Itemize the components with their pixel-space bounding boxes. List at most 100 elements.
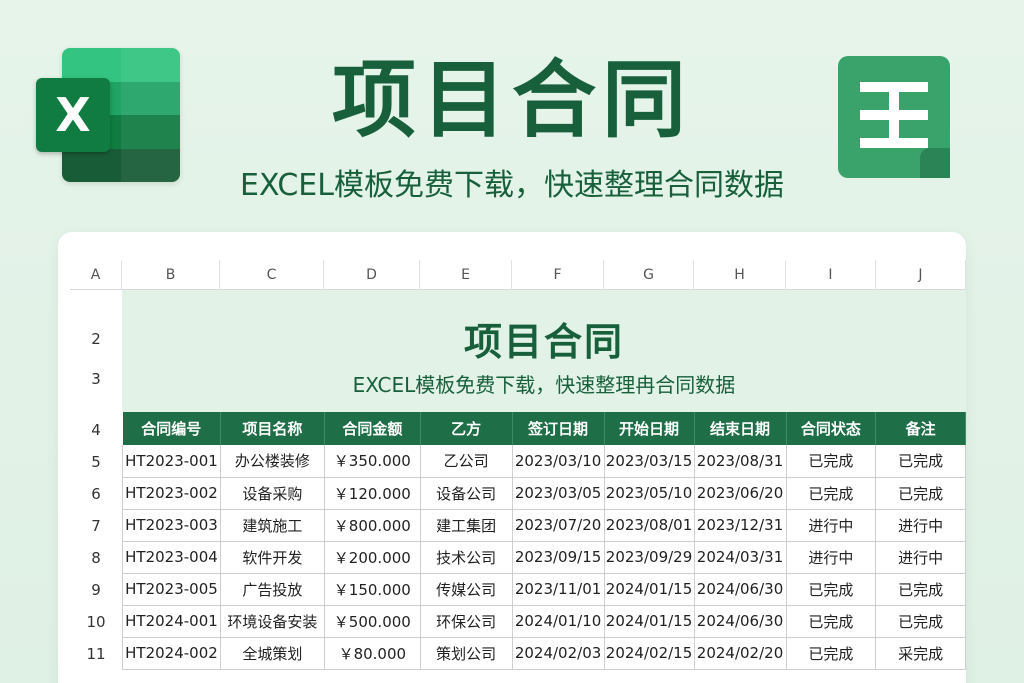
table-cell[interactable]: 已完成 bbox=[786, 477, 877, 510]
table-cell[interactable]: 2024/06/30 bbox=[694, 605, 787, 638]
header-party-b[interactable]: 乙方 bbox=[420, 412, 513, 445]
table-cell[interactable]: 2023/06/20 bbox=[694, 477, 787, 510]
table-cell[interactable]: ￥800.000 bbox=[324, 509, 421, 542]
table-cell[interactable]: 乙公司 bbox=[420, 445, 513, 478]
row-number[interactable]: 3 bbox=[70, 370, 122, 388]
table-cell[interactable]: 建筑施工 bbox=[220, 509, 325, 542]
table-cell[interactable]: 已完成 bbox=[786, 573, 877, 606]
table-cell[interactable]: 已完成 bbox=[786, 445, 877, 478]
column-header[interactable]: C bbox=[220, 260, 324, 290]
table-cell[interactable]: 2023/07/20 bbox=[512, 509, 605, 542]
table-cell[interactable]: HT2023-003 bbox=[122, 509, 221, 542]
sheet-title: 项目合同 bbox=[463, 320, 624, 364]
column-header[interactable]: F bbox=[512, 260, 604, 290]
row-number[interactable]: 11 bbox=[70, 645, 122, 663]
row-number[interactable]: 5 bbox=[70, 453, 122, 471]
header-end-date[interactable]: 结束日期 bbox=[694, 412, 787, 445]
header-amount[interactable]: 合同金额 bbox=[324, 412, 421, 445]
table-cell[interactable]: 进行中 bbox=[786, 509, 877, 542]
table-cell[interactable]: 2023/09/15 bbox=[512, 541, 605, 574]
table-cell[interactable]: 2023/08/31 bbox=[694, 445, 787, 478]
table-cell[interactable]: 采完成 bbox=[875, 637, 966, 670]
row-number[interactable]: 6 bbox=[70, 485, 122, 503]
table-cell[interactable]: 2024/02/20 bbox=[694, 637, 787, 670]
table-cell[interactable]: 软件开发 bbox=[220, 541, 325, 574]
table-cell[interactable]: 2023/03/15 bbox=[604, 445, 695, 478]
table-cell[interactable]: 传媒公司 bbox=[420, 573, 513, 606]
table-cell[interactable]: HT2024-001 bbox=[122, 605, 221, 638]
table-cell[interactable]: 已完成 bbox=[875, 445, 966, 478]
table-cell[interactable]: HT2023-002 bbox=[122, 477, 221, 510]
table-cell[interactable]: 建工集团 bbox=[420, 509, 513, 542]
column-header[interactable]: A bbox=[70, 260, 122, 290]
table-cell[interactable]: 2024/02/15 bbox=[604, 637, 695, 670]
table-cell[interactable]: ￥80.000 bbox=[324, 637, 421, 670]
table-cell[interactable]: ￥500.000 bbox=[324, 605, 421, 638]
table-cell[interactable]: 2023/09/29 bbox=[604, 541, 695, 574]
header-contract-no[interactable]: 合同编号 bbox=[122, 412, 221, 445]
table-cell[interactable]: 2023/03/10 bbox=[512, 445, 605, 478]
table-cell[interactable]: 进行中 bbox=[786, 541, 877, 574]
table-cell[interactable]: HT2023-004 bbox=[122, 541, 221, 574]
table-cell[interactable]: 设备采购 bbox=[220, 477, 325, 510]
table-row: HT2024-002 全城策划 ￥80.000 策划公司 2024/02/03 … bbox=[122, 637, 966, 670]
table-cell[interactable]: 环境设备安装 bbox=[220, 605, 325, 638]
header-start-date[interactable]: 开始日期 bbox=[604, 412, 695, 445]
table-row: HT2023-003 建筑施工 ￥800.000 建工集团 2023/07/20… bbox=[122, 509, 966, 542]
row-number[interactable]: 4 bbox=[70, 421, 122, 439]
sheet-title-banner: 项目合同 EXCEL模板免费下载，快速整理冉合同数据 bbox=[122, 290, 966, 412]
header-remarks[interactable]: 备注 bbox=[875, 412, 966, 445]
table-cell[interactable]: 2023/11/01 bbox=[512, 573, 605, 606]
column-header[interactable]: B bbox=[122, 260, 220, 290]
table-cell[interactable]: ￥120.000 bbox=[324, 477, 421, 510]
table-cell[interactable]: ￥150.000 bbox=[324, 573, 421, 606]
table-cell[interactable]: HT2023-005 bbox=[122, 573, 221, 606]
table-cell[interactable]: 已完成 bbox=[786, 605, 877, 638]
table-row: HT2023-005 广告投放 ￥150.000 传媒公司 2023/11/01… bbox=[122, 573, 966, 606]
table-cell[interactable]: 广告投放 bbox=[220, 573, 325, 606]
table-cell[interactable]: HT2023-001 bbox=[122, 445, 221, 478]
row-number[interactable]: 9 bbox=[70, 581, 122, 599]
table-cell[interactable]: 已完成 bbox=[875, 573, 966, 606]
table-cell[interactable]: 进行中 bbox=[875, 541, 966, 574]
column-header[interactable]: G bbox=[604, 260, 694, 290]
column-header[interactable]: E bbox=[420, 260, 512, 290]
table-cell[interactable]: 技术公司 bbox=[420, 541, 513, 574]
table-cell[interactable]: ￥200.000 bbox=[324, 541, 421, 574]
table-cell[interactable]: 2024/01/10 bbox=[512, 605, 605, 638]
header-project-name[interactable]: 项目名称 bbox=[220, 412, 325, 445]
column-header[interactable]: D bbox=[324, 260, 420, 290]
table-cell[interactable]: 2024/03/31 bbox=[694, 541, 787, 574]
table-cell[interactable]: 已完成 bbox=[786, 637, 877, 670]
table-cell[interactable]: 全城策划 bbox=[220, 637, 325, 670]
table-cell[interactable]: HT2024-002 bbox=[122, 637, 221, 670]
page-subtitle: EXCEL模板免费下载，快速整理合同数据 bbox=[240, 168, 784, 203]
table-cell[interactable]: 2023/08/01 bbox=[604, 509, 695, 542]
table-cell[interactable]: 2024/01/15 bbox=[604, 573, 695, 606]
column-header[interactable]: I bbox=[786, 260, 876, 290]
table-cell[interactable]: 2023/03/05 bbox=[512, 477, 605, 510]
header-status[interactable]: 合同状态 bbox=[786, 412, 877, 445]
header-sign-date[interactable]: 签订日期 bbox=[512, 412, 605, 445]
table-cell[interactable]: 2023/12/31 bbox=[694, 509, 787, 542]
table-cell[interactable]: 环保公司 bbox=[420, 605, 513, 638]
table-row: HT2024-001 环境设备安装 ￥500.000 环保公司 2024/01/… bbox=[122, 605, 966, 638]
table-cell[interactable]: 已完成 bbox=[875, 605, 966, 638]
column-header[interactable]: J bbox=[876, 260, 966, 290]
row-number[interactable]: 7 bbox=[70, 517, 122, 535]
row-number[interactable]: 8 bbox=[70, 549, 122, 567]
table-cell[interactable]: 2024/06/30 bbox=[694, 573, 787, 606]
table-cell[interactable]: 办公楼装修 bbox=[220, 445, 325, 478]
column-header[interactable]: H bbox=[694, 260, 786, 290]
table-cell[interactable]: 2024/01/15 bbox=[604, 605, 695, 638]
table-cell[interactable]: 策划公司 bbox=[420, 637, 513, 670]
table-cell[interactable]: 2023/05/10 bbox=[604, 477, 695, 510]
table-cell[interactable]: 2024/02/03 bbox=[512, 637, 605, 670]
table-cell[interactable]: 进行中 bbox=[875, 509, 966, 542]
table-cell[interactable]: 已完成 bbox=[875, 477, 966, 510]
row-number[interactable]: 2 bbox=[70, 330, 122, 348]
row-number[interactable]: 10 bbox=[70, 613, 122, 631]
table-cell[interactable]: 设备公司 bbox=[420, 477, 513, 510]
table-cell[interactable]: ￥350.000 bbox=[324, 445, 421, 478]
sheet-subtitle: EXCEL模板免费下载，快速整理冉合同数据 bbox=[352, 373, 736, 397]
